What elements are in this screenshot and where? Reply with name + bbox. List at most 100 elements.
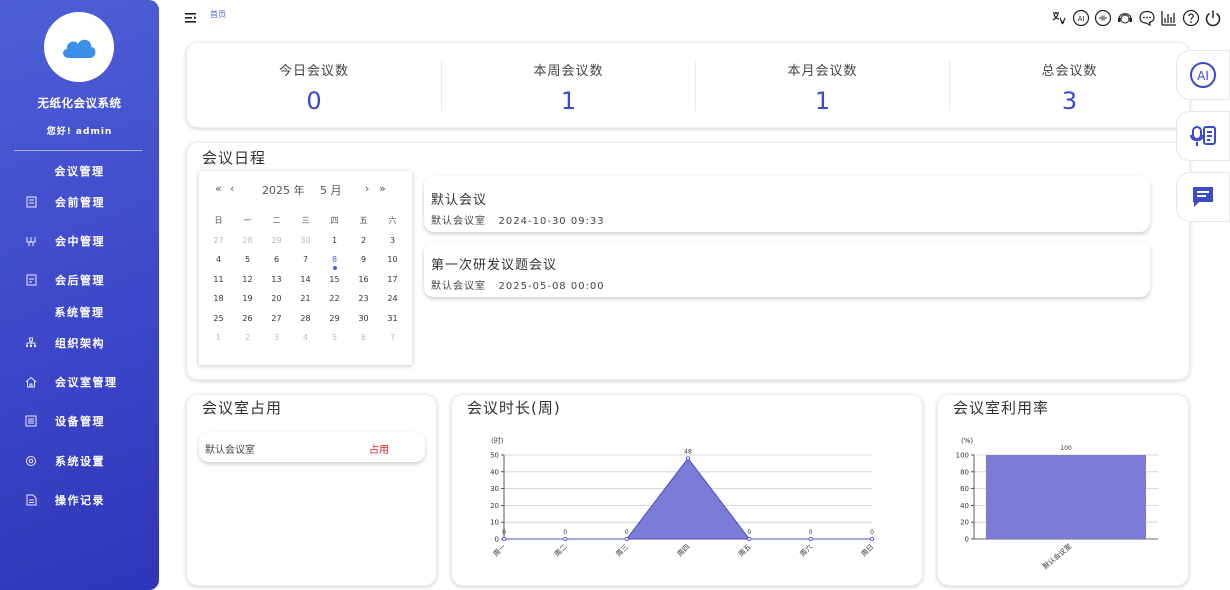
ai-icon[interactable]: AI [1071,8,1090,28]
voice-record-button[interactable] [1176,111,1230,161]
calendar-day[interactable]: 3 [262,328,291,348]
breadcrumb[interactable]: 首页 [210,9,226,20]
calendar-day[interactable]: 27 [204,231,233,251]
calendar-year[interactable]: 2025 年 [262,182,305,198]
calendar-day[interactable]: 7 [291,250,320,270]
y-tick-label: 40 [490,468,499,476]
sidebar-item-post-meeting[interactable]: 会后管理 [24,270,105,290]
calendar-day[interactable]: 12 [233,270,262,290]
stats-icon[interactable] [1159,8,1178,28]
calendar-day[interactable]: 3 [378,231,407,251]
calendar-day[interactable]: 24 [378,289,407,309]
voice-record-icon [1190,126,1216,146]
data-label: 0 [625,529,629,536]
sidebar-item-meeting-rooms[interactable]: 会议室管理 [24,372,118,392]
calendar-day[interactable]: 15 [320,270,349,290]
chat-icon[interactable] [1137,8,1156,28]
meeting-time: 2024-10-30 09:33 [498,216,605,227]
calendar-day[interactable]: 29 [320,309,349,329]
calendar-day[interactable]: 1 [204,328,233,348]
sidebar-item-pre-meeting[interactable]: 会前管理 [24,192,105,212]
calendar-day[interactable]: 5 [320,328,349,348]
sidebar-item-settings[interactable]: 系统设置 [24,451,105,471]
calendar-day[interactable]: 10 [378,250,407,270]
calendar-day[interactable]: 29 [262,231,291,251]
calendar-day[interactable]: 14 [291,270,320,290]
utilization-chart: (%) 0 20 40 60 80 100 100 默认会议室 [956,437,1158,571]
data-label: 0 [502,529,506,536]
calendar-day[interactable]: 4 [291,328,320,348]
sidebar-item-devices[interactable]: 设备管理 [24,411,105,431]
calendar-day[interactable]: 30 [291,231,320,251]
room-item[interactable]: 默认会议室 占用 [199,432,425,462]
calendar-day[interactable]: 6 [349,328,378,348]
calendar-week: 1234567 [204,328,407,348]
calendar-day[interactable]: 16 [349,270,378,290]
calendar-day[interactable]: 23 [349,289,378,309]
calendar-day[interactable]: 2 [233,328,262,348]
data-label: 0 [563,529,567,536]
calendar-day[interactable]: 9 [349,250,378,270]
calendar-day[interactable]: 7 [378,328,407,348]
calendar-day[interactable]: 5 [233,250,262,270]
weekday-label: 二 [272,216,281,225]
calendar-day[interactable]: 11 [204,270,233,290]
x-tick-label: 周六 [798,542,814,558]
meeting-item[interactable]: 第一次研发议题会议 默认会议室 2025-05-08 00:00 [424,241,1150,297]
calendar-month[interactable]: 5 月 [320,182,342,198]
support-icon[interactable] [1115,8,1134,28]
calendar-day[interactable]: 21 [291,289,320,309]
calendar-day[interactable]: 20 [262,289,291,309]
prev-year-icon[interactable]: « [215,182,222,195]
power-icon[interactable] [1203,8,1222,28]
calendar-day[interactable]: 1 [320,231,349,251]
calendar-day[interactable]: 19 [233,289,262,309]
calendar-day[interactable]: 25 [204,309,233,329]
calendar-day[interactable]: 28 [291,309,320,329]
voice-icon[interactable] [1093,8,1112,28]
calendar-day[interactable]: 2 [349,231,378,251]
stat-value: 0 [306,87,322,115]
weekday-label: 日 [214,216,223,225]
calendar-day[interactable]: 30 [349,309,378,329]
duration-chart: (时)010203040500周一0周二0周三48周四0周五0周六0周日 [490,436,875,559]
calendar-day[interactable]: 26 [233,309,262,329]
x-tick-label: 周四 [676,543,692,559]
calendar-day[interactable]: 31 [378,309,407,329]
data-point [563,537,568,542]
meeting-item[interactable]: 默认会议 默认会议室 2024-10-30 09:33 [424,176,1150,232]
calendar-week: 4 5 6 7 8 9 10 [204,250,407,270]
help-icon[interactable] [1181,8,1200,28]
y-tick-label: 0 [965,536,969,544]
sidebar-item-label: 设备管理 [55,415,105,428]
menu-toggle-icon[interactable] [185,8,197,27]
calendar-day[interactable]: 6 [262,250,291,270]
next-year-icon[interactable]: » [379,182,386,195]
calendar-day[interactable]: 18 [204,289,233,309]
calendar-day[interactable]: 27 [262,309,291,329]
translate-icon[interactable] [1049,8,1068,28]
stat-month: 本月会议数 1 [695,61,949,115]
message-button[interactable] [1176,172,1230,222]
prev-month-icon[interactable]: ‹ [230,182,234,195]
calendar-day[interactable]: 22 [320,289,349,309]
calendar-day[interactable]: 13 [262,270,291,290]
sidebar: 无纸化会议系统 您好! admin 会议管理 会前管理 会中管理 会后管理 系统… [0,0,159,590]
calendar-day[interactable]: 17 [378,270,407,290]
chart-title: 会议时长(周) [467,399,561,417]
calendar-day[interactable]: 4 [204,250,233,270]
x-tick-label: 周二 [553,543,569,559]
stat-today: 今日会议数 0 [187,43,441,129]
divider [14,150,142,151]
next-month-icon[interactable]: › [365,182,369,195]
calendar-day[interactable]: 28 [233,231,262,251]
sidebar-item-label: 会中管理 [55,235,105,248]
sidebar-item-organization[interactable]: 组织架构 [24,333,105,353]
header-toolbar: AI [1049,8,1222,28]
sidebar-item-in-meeting[interactable]: 会中管理 [24,231,105,251]
ai-assistant-button[interactable]: AI [1176,50,1230,100]
sidebar-item-operation-log[interactable]: 操作记录 [24,490,105,510]
stat-value: 3 [1061,87,1078,115]
y-tick-label: 20 [960,519,969,527]
calendar-day[interactable]: 8 [320,250,349,270]
